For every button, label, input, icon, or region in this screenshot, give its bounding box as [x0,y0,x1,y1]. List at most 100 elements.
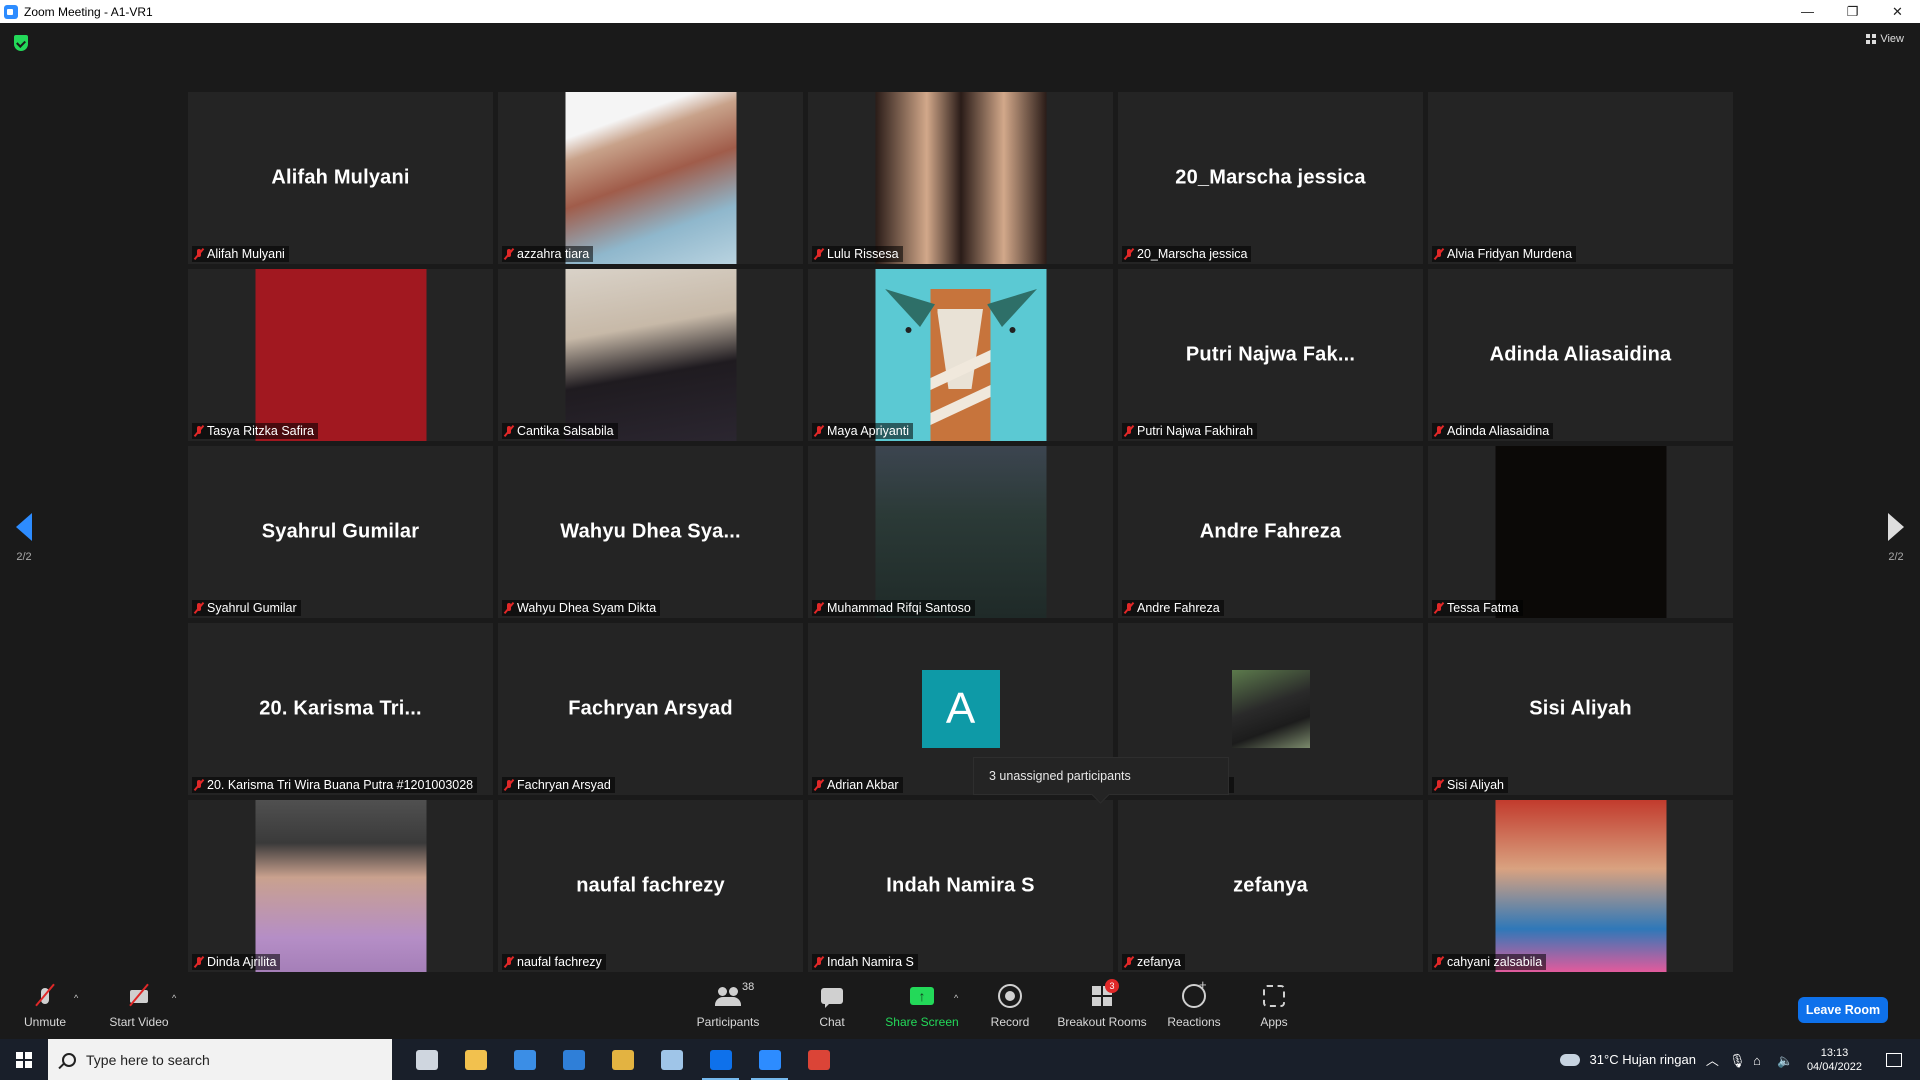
participant-name-label: Syahrul Gumilar [192,600,301,616]
participant-name: Andre Fahreza [1137,601,1220,615]
windows-start-icon[interactable] [0,1039,48,1080]
participant-tile[interactable]: Andre Fahreza Andre Fahreza [1118,446,1423,618]
participant-tile[interactable]: Tessa Fatma [1428,446,1733,618]
notification-icon[interactable] [1886,1052,1902,1067]
zoom-icon [758,1049,781,1070]
store-taskbar-button[interactable] [500,1039,549,1080]
participants-icon: 38 [715,981,754,1009]
participant-tile[interactable]: Tasya Ritzka Safira [188,269,493,441]
close-button[interactable]: ✕ [1875,0,1920,23]
participants-button[interactable]: 38 Participants [693,977,763,1035]
taskbar-search-input[interactable]: Type here to search [48,1039,392,1080]
chrome-profile-taskbar-button[interactable] [794,1039,843,1080]
start-video-button[interactable]: Start Video [104,977,174,1035]
prev-page-button[interactable]: 2/2 [16,513,32,563]
giraffe-illustration [875,269,1046,441]
share-screen-label: Share Screen [885,1015,959,1029]
start-video-label: Start Video [109,1015,169,1029]
clock[interactable]: 13:13 04/04/2022 [1807,1046,1862,1074]
next-page-button[interactable]: 2/2 [1888,513,1904,563]
participant-tile[interactable]: cahyani zalsabila [1428,800,1733,972]
participant-tile[interactable]: Indah Namira S Indah Namira S [808,800,1113,972]
chat-button[interactable]: Chat [812,977,852,1035]
participant-tile[interactable]: Adinda Aliasaidina Adinda Aliasaidina [1428,269,1733,441]
file-explorer-taskbar-button[interactable] [451,1039,500,1080]
participant-name: Putri Najwa Fakhirah [1137,424,1254,438]
participant-name-label: Cantika Salsabila [502,423,618,439]
mail-taskbar-button[interactable] [549,1039,598,1080]
mic-muted-icon [504,248,514,260]
search-placeholder: Type here to search [86,1051,210,1068]
participant-tile[interactable]: 20. Karisma Tri... 20. Karisma Tri Wira B… [188,623,493,795]
breakout-rooms-button[interactable]: 3 Breakout Rooms [1056,977,1148,1035]
task-view-taskbar-button[interactable] [402,1039,451,1080]
participant-tile[interactable]: Putri Najwa Fak... Putri Najwa Fakhirah [1118,269,1423,441]
mic-muted-icon [504,425,514,437]
task-view-icon [415,1049,438,1070]
participant-tile[interactable]: 20_Marscha jessica 20_Marscha jessica [1118,92,1423,264]
mail-icon [562,1049,585,1070]
participant-tile[interactable]: Maya Apriyanti [808,269,1113,441]
participant-tile[interactable]: Wahyu Dhea Sya... Wahyu Dhea Syam Dikta [498,446,803,618]
chrome-taskbar-button[interactable] [598,1039,647,1080]
record-label: Record [990,1015,1030,1029]
participant-video [565,269,736,441]
chat-label: Chat [819,1015,845,1029]
apps-button[interactable]: Apps [1256,977,1292,1035]
chat-icon [819,983,845,1009]
participant-tile[interactable]: Lulu Rissesa [808,92,1113,264]
participant-tile[interactable]: Alvia Fridyan Murdena [1428,92,1733,264]
unmute-button[interactable]: Unmute [18,977,72,1035]
video-options-caret[interactable]: ^ [172,993,176,1003]
teamviewer-taskbar-button[interactable] [696,1039,745,1080]
view-button[interactable]: View [1866,33,1904,45]
grid-icon [1866,34,1877,44]
video-off-icon [126,983,152,1009]
participant-tile[interactable]: Dinda Ajrilita [188,800,493,972]
participant-name: Adrian Akbar [827,778,899,792]
participant-name-label: Wahyu Dhea Syam Dikta [502,600,661,616]
mic-muted-icon [814,779,824,791]
network-icon[interactable]: ⌂ [1753,1053,1767,1068]
breakout-rooms-label: Breakout Rooms [1057,1015,1147,1029]
unmute-label: Unmute [23,1015,67,1029]
microphone-tray-icon[interactable]: 🎙 [1729,1053,1746,1068]
participant-video [1495,446,1666,618]
participant-tile[interactable]: azzahra tiara [498,92,803,264]
restore-button[interactable]: ❐ [1830,0,1875,23]
mic-muted-icon [194,425,204,437]
participant-tile[interactable]: Cantika Salsabila [498,269,803,441]
participant-tile[interactable]: Sisi Aliyah Sisi Aliyah [1428,623,1733,795]
mic-muted-icon [814,956,824,968]
participant-tile[interactable]: Muhammad Rifqi Santoso [808,446,1113,618]
participant-tile[interactable]: naufal fachrezy naufal fachrezy [498,800,803,972]
weather-text[interactable]: 31°C Hujan ringan [1590,1052,1696,1067]
participant-video [255,800,426,972]
minimize-button[interactable]: — [1785,0,1830,23]
participants-label: Participants [696,1015,760,1029]
leave-room-button[interactable]: Leave Room [1798,997,1888,1023]
audio-options-caret[interactable]: ^ [74,993,78,1003]
participant-name-label: Alifah Mulyani [192,246,289,262]
mic-muted-icon [1434,425,1444,437]
participant-name-label: Alvia Fridyan Murdena [1432,246,1577,262]
weather-cloud-icon[interactable] [1559,1053,1580,1066]
notepad-taskbar-button[interactable] [647,1039,696,1080]
apps-label: Apps [1260,1015,1288,1029]
volume-icon[interactable]: 🔈 [1777,1053,1793,1068]
security-shield-icon[interactable] [14,35,28,51]
clock-time: 13:13 [1820,1046,1849,1059]
record-button[interactable]: Record [988,977,1032,1035]
windows-taskbar: Type here to search 31°C Hujan ringan ︿ … [0,1039,1920,1080]
tray-expand-icon[interactable]: ︿ [1706,1050,1719,1069]
zoom-taskbar-button[interactable] [745,1039,794,1080]
share-options-caret[interactable]: ^ [954,993,958,1003]
participant-name: Alifah Mulyani [207,247,285,261]
participant-tile[interactable]: Fachryan Arsyad Fachryan Arsyad [498,623,803,795]
share-screen-button[interactable]: Share Screen [884,977,960,1035]
participant-tile[interactable]: Alifah Mulyani Alifah Mulyani [188,92,493,264]
participant-tile[interactable]: zefanya zefanya [1118,800,1423,972]
reactions-button[interactable]: Reactions [1166,977,1222,1035]
title-bar: Zoom Meeting - A1-VR1 — ❐ ✕ [0,0,1920,23]
participant-tile[interactable]: Syahrul Gumilar Syahrul Gumilar [188,446,493,618]
